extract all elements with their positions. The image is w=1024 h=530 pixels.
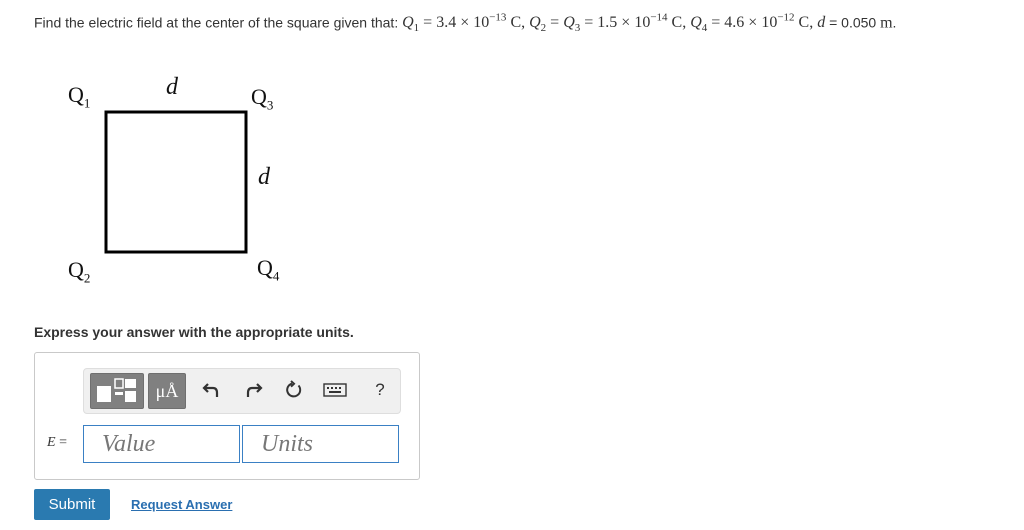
square-charge-figure: Q1 d Q3 d Q2 Q4 bbox=[60, 70, 300, 290]
keyboard-icon[interactable] bbox=[320, 373, 350, 407]
label-d-right: d bbox=[258, 164, 270, 190]
problem-statement: Find the electric field at the center of… bbox=[34, 12, 897, 35]
submit-button[interactable]: Submit bbox=[34, 489, 110, 520]
undo-glyph bbox=[202, 383, 219, 397]
redo-icon[interactable] bbox=[239, 373, 267, 407]
templates-glyph bbox=[97, 378, 136, 402]
reset-glyph bbox=[286, 380, 302, 398]
problem-math: Q1 = 3.4 × 10−13 C, Q2 = Q3 = 1.5 × 10−1… bbox=[402, 12, 826, 35]
redo-glyph bbox=[246, 383, 263, 397]
request-answer-link[interactable]: Request Answer bbox=[131, 497, 232, 512]
math-toolbar: μÅ ? bbox=[83, 368, 401, 414]
reset-icon[interactable] bbox=[280, 373, 308, 407]
units-input[interactable] bbox=[242, 425, 399, 463]
label-d-top: d bbox=[166, 74, 178, 100]
units-icon[interactable]: μÅ bbox=[148, 373, 186, 409]
value-input[interactable] bbox=[83, 425, 240, 463]
instruction-text: Express your answer with the appropriate… bbox=[34, 324, 354, 340]
label-q2: Q2 bbox=[68, 257, 91, 286]
label-q4: Q4 bbox=[257, 255, 280, 284]
templates-icon[interactable] bbox=[90, 373, 144, 409]
square-outline bbox=[104, 110, 248, 254]
label-q1: Q1 bbox=[68, 82, 91, 111]
answer-box: μÅ ? E = Value Units bbox=[34, 352, 420, 480]
label-q3: Q3 bbox=[251, 84, 274, 113]
undo-icon[interactable] bbox=[198, 373, 226, 407]
problem-prefix: Find the electric field at the center of… bbox=[34, 14, 403, 31]
answer-variable-label: E = bbox=[47, 435, 67, 450]
help-icon[interactable]: ? bbox=[366, 373, 394, 407]
keyboard-glyph bbox=[323, 383, 347, 397]
